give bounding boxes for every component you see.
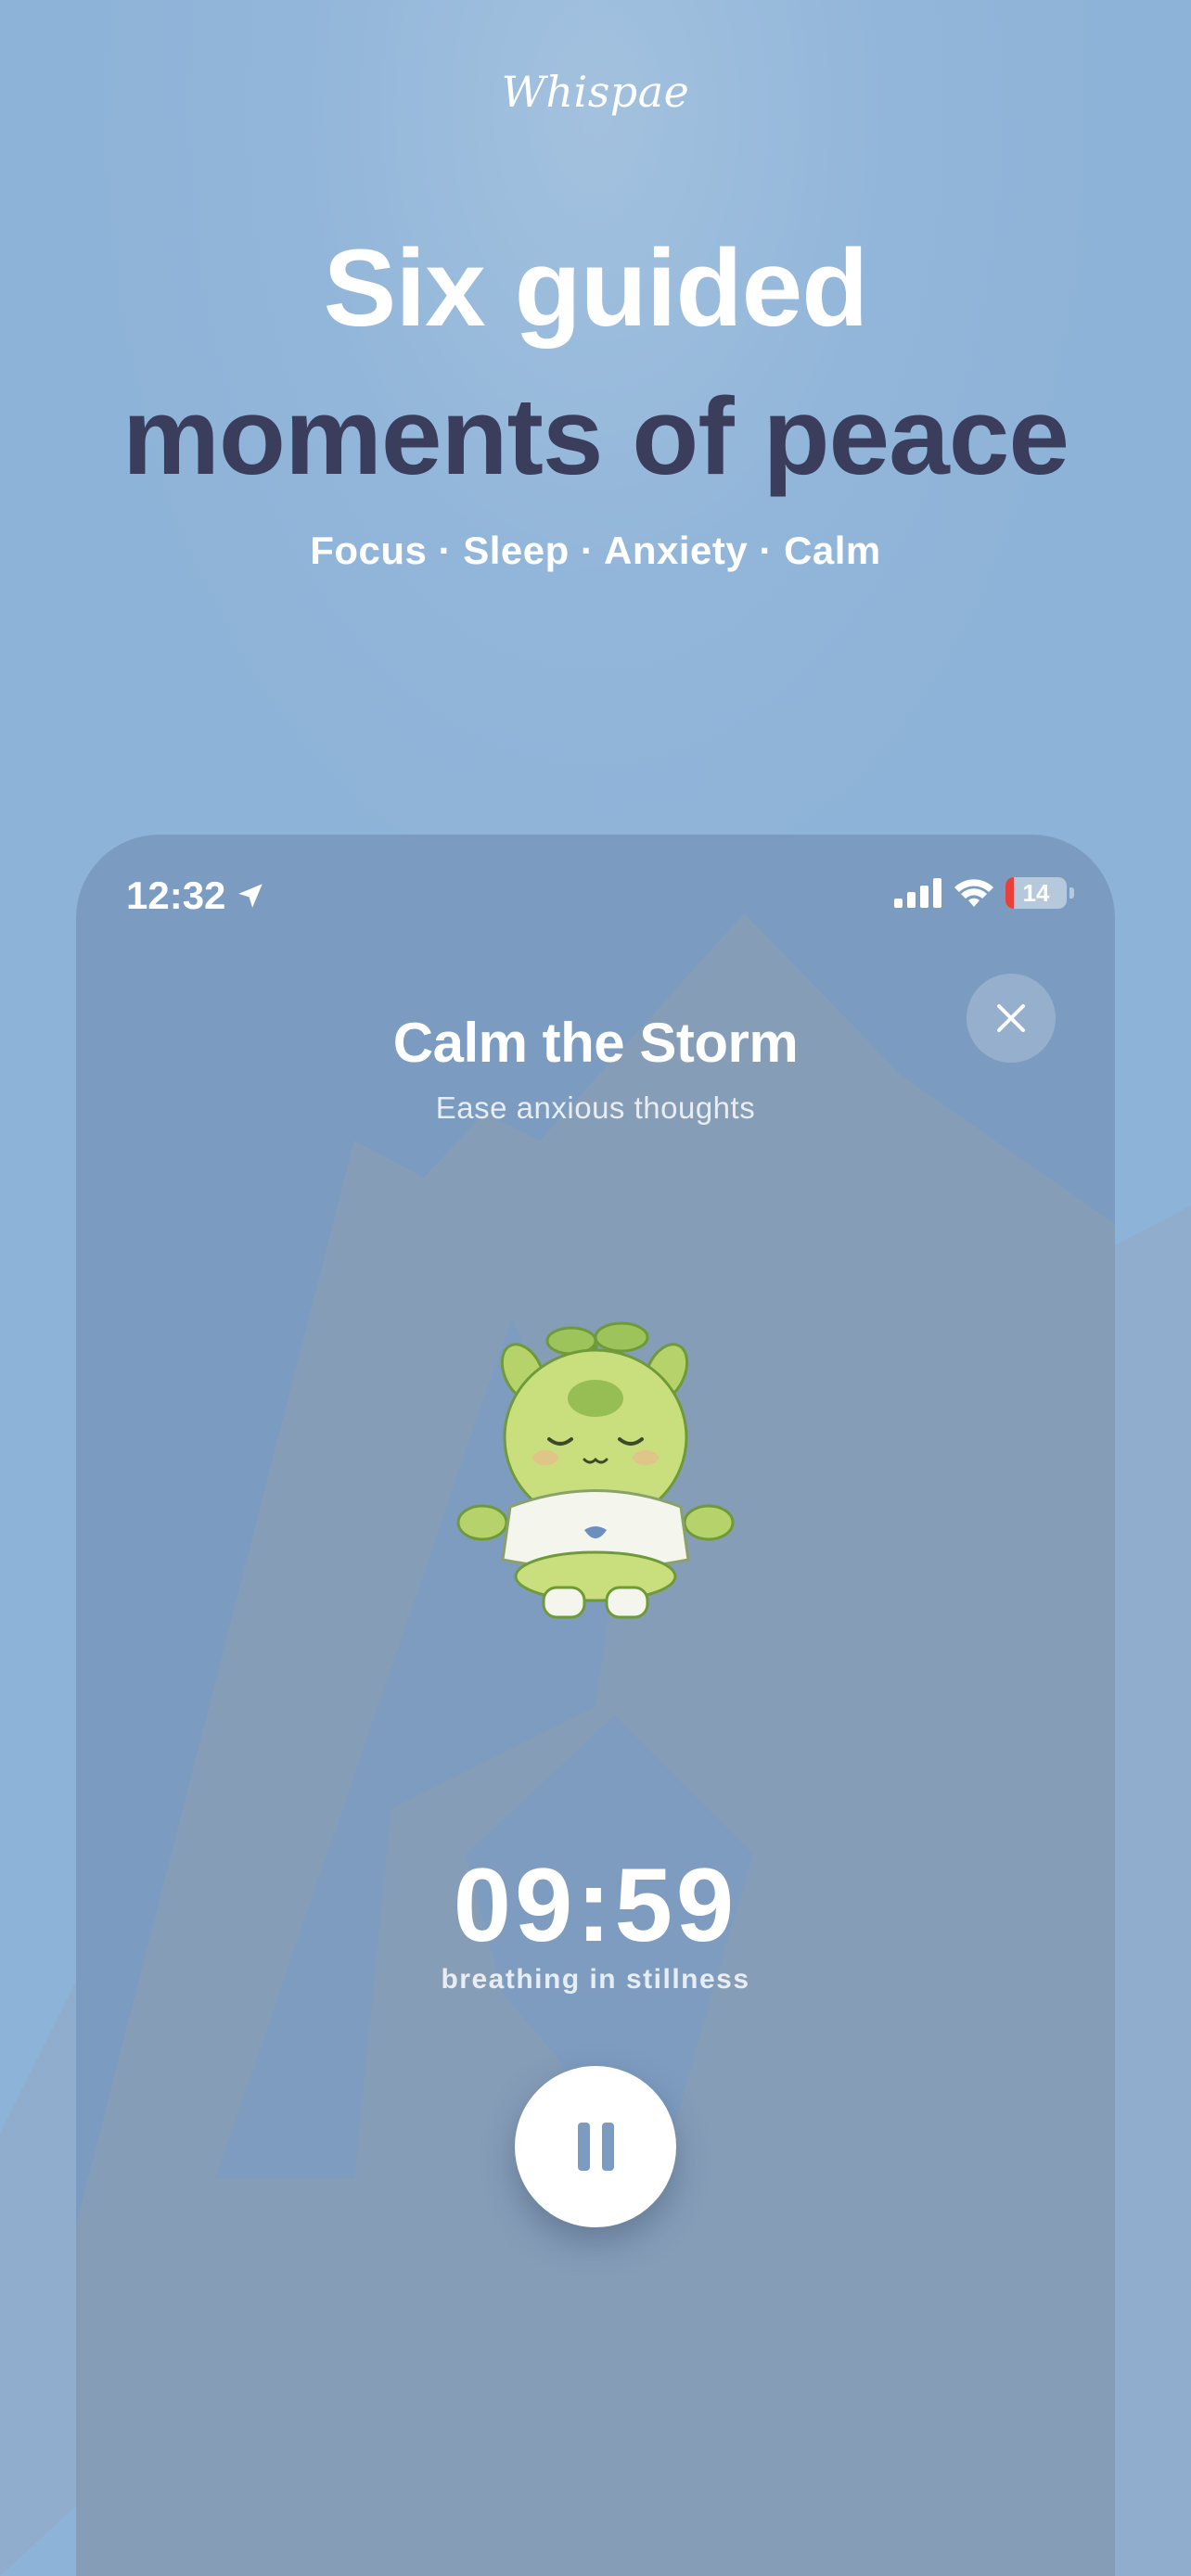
timer-caption: breathing in stillness <box>441 1964 750 1995</box>
battery-percent: 14 <box>1022 878 1050 907</box>
headline-line-1: Six guided <box>323 227 869 350</box>
status-indicators: 14 <box>894 877 1074 909</box>
pause-button[interactable] <box>515 2066 676 2227</box>
countdown-timer: 09:59 <box>453 1847 738 1963</box>
phone-screen: 12:32 14 Calm the Storm Ease anxious tho… <box>76 835 1115 2576</box>
status-time-text: 12:32 <box>126 874 226 917</box>
headline-line-2: moments of peace <box>122 376 1069 498</box>
brand-logo: Whispae <box>501 67 690 117</box>
location-arrow-icon <box>238 884 263 908</box>
battery-tip <box>1069 887 1074 899</box>
session-subtitle: Ease anxious thoughts <box>435 1090 756 1125</box>
cellular-signal-icon <box>894 878 941 908</box>
pause-icon <box>577 2123 590 2171</box>
pause-icon-bar <box>601 2123 614 2171</box>
battery-level-fill <box>1005 877 1014 909</box>
sprout-mascot-image <box>456 1321 735 1619</box>
status-time: 12:32 <box>126 874 266 918</box>
battery-indicator: 14 <box>1005 877 1067 909</box>
session-title: Calm the Storm <box>392 1012 799 1074</box>
wifi-icon <box>954 879 993 907</box>
tagline: Focus · Sleep · Anxiety · Calm <box>310 529 881 572</box>
